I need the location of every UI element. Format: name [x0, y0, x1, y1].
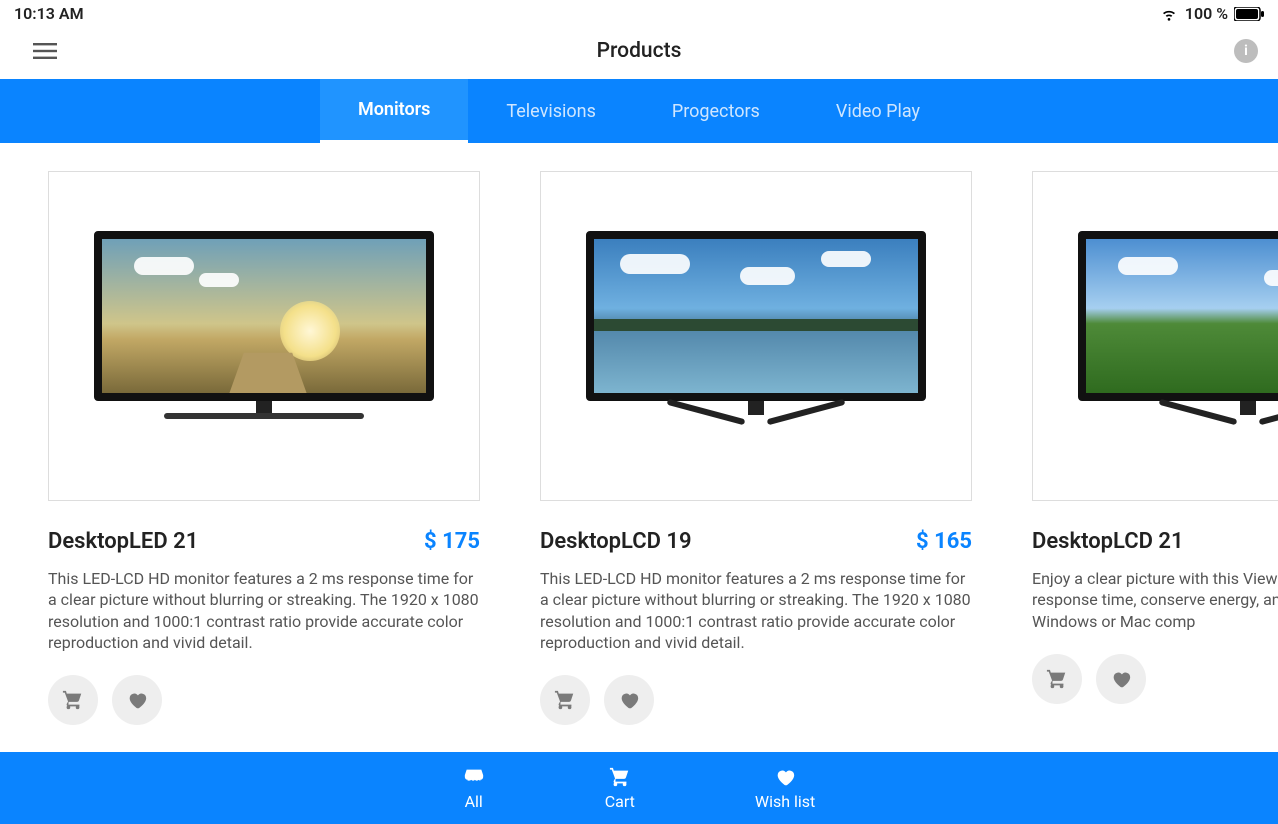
tab-label: Monitors: [358, 99, 430, 120]
tab-label: Video Play: [836, 101, 920, 122]
tab-televisions[interactable]: Televisions: [468, 79, 633, 143]
add-to-cart-button[interactable]: [48, 675, 98, 725]
heart-icon: [126, 689, 148, 711]
cart-icon: [62, 689, 84, 711]
product-image: [1032, 171, 1278, 501]
cart-icon: [609, 766, 631, 788]
tab-progectors[interactable]: Progectors: [634, 79, 798, 143]
store-icon: [463, 766, 485, 788]
bottom-tab-all[interactable]: All: [463, 766, 485, 811]
tab-monitors[interactable]: Monitors: [320, 79, 468, 143]
status-time: 10:13 AM: [14, 4, 84, 23]
bottom-tab-label: Cart: [605, 792, 635, 811]
bottom-tab-cart[interactable]: Cart: [605, 766, 635, 811]
product-name: DesktopLED 21: [48, 529, 198, 554]
add-to-wishlist-button[interactable]: [1096, 654, 1146, 704]
product-image: [48, 171, 480, 501]
product-price: $ 165: [916, 529, 972, 554]
bottom-tab-label: All: [465, 792, 483, 811]
product-card[interactable]: DesktopLCD 21 Enjoy a clear picture with…: [1032, 171, 1278, 725]
battery-text: 100 %: [1185, 4, 1228, 23]
product-name: DesktopLCD 21: [1032, 529, 1184, 554]
bottom-tab-label: Wish list: [755, 792, 815, 811]
cart-icon: [554, 689, 576, 711]
tab-label: Progectors: [672, 101, 760, 122]
product-price: $ 175: [424, 529, 480, 554]
info-button[interactable]: i: [1234, 39, 1258, 63]
heart-icon: [774, 766, 796, 788]
bottom-tab-wishlist[interactable]: Wish list: [755, 766, 815, 811]
heart-icon: [1110, 668, 1132, 690]
product-list[interactable]: DesktopLED 21 $ 175 This LED-LCD HD moni…: [0, 143, 1278, 725]
add-to-wishlist-button[interactable]: [112, 675, 162, 725]
product-card[interactable]: DesktopLED 21 $ 175 This LED-LCD HD moni…: [48, 171, 480, 725]
tab-label: Televisions: [506, 101, 595, 122]
product-description: This LED-LCD HD monitor features a 2 ms …: [540, 568, 972, 653]
nav-bar: Products i: [0, 23, 1278, 79]
menu-icon: [33, 39, 57, 63]
menu-button[interactable]: [30, 36, 60, 66]
add-to-wishlist-button[interactable]: [604, 675, 654, 725]
heart-icon: [618, 689, 640, 711]
category-tabs: Monitors Televisions Progectors Video Pl…: [0, 79, 1278, 143]
add-to-cart-button[interactable]: [540, 675, 590, 725]
info-icon: i: [1244, 43, 1248, 59]
product-card[interactable]: DesktopLCD 19 $ 165 This LED-LCD HD moni…: [540, 171, 972, 725]
product-description: This LED-LCD HD monitor features a 2 ms …: [48, 568, 480, 653]
product-name: DesktopLCD 19: [540, 529, 692, 554]
status-right: 100 %: [1159, 4, 1264, 23]
add-to-cart-button[interactable]: [1032, 654, 1082, 704]
page-title: Products: [597, 39, 682, 63]
battery-icon: [1234, 7, 1264, 21]
status-bar: 10:13 AM 100 %: [0, 0, 1278, 23]
product-image: [540, 171, 972, 501]
wifi-icon: [1159, 6, 1179, 22]
bottom-tab-bar: All Cart Wish list: [0, 752, 1278, 824]
product-description: Enjoy a clear picture with this View whi…: [1032, 568, 1278, 632]
cart-icon: [1046, 668, 1068, 690]
tab-video-play[interactable]: Video Play: [798, 79, 958, 143]
